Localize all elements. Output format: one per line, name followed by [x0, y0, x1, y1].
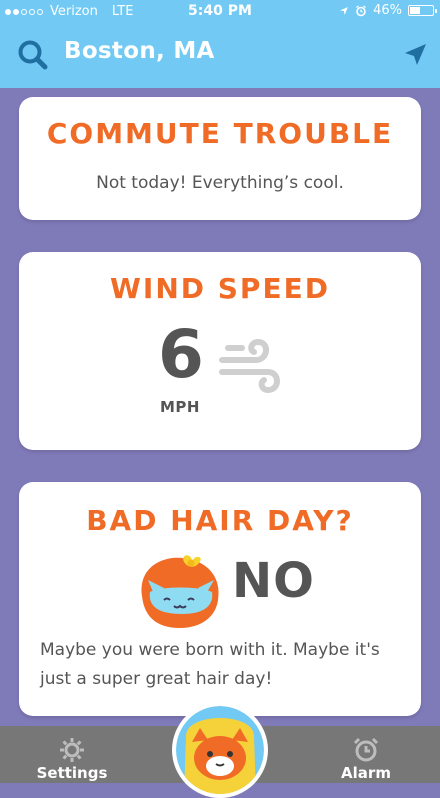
search-icon[interactable]	[16, 38, 50, 72]
alarm-tab[interactable]: Alarm	[316, 726, 416, 783]
settings-tab-label: Settings	[36, 764, 108, 782]
battery-icon	[408, 5, 437, 16]
alarm-tab-label: Alarm	[341, 764, 391, 782]
status-bar: Verizon LTE 5:40 PM 46%	[0, 0, 440, 24]
wind-card-title: WIND SPEED	[110, 272, 330, 305]
status-right: 46%	[339, 3, 437, 18]
hair-card-title: BAD HAIR DAY?	[86, 504, 354, 537]
commute-message: Not today! Everything’s cool.	[96, 173, 344, 193]
location-arrow-icon[interactable]	[402, 42, 428, 68]
alarm-clock-icon	[356, 4, 367, 16]
wind-speed-value: 6	[158, 316, 204, 393]
cat-mascot-icon	[176, 706, 264, 794]
cat-mascot-button[interactable]	[172, 702, 268, 798]
commute-card-title: COMMUTE TROUBLE	[46, 117, 394, 150]
alarm-clock-icon	[353, 737, 379, 762]
battery-percent: 46%	[373, 3, 402, 18]
battery-fill	[410, 7, 420, 14]
cat-headscarf-icon	[141, 555, 219, 628]
location-name[interactable]: Boston, MA	[64, 38, 215, 64]
location-services-icon	[340, 6, 349, 15]
gear-icon	[60, 738, 84, 762]
commute-trouble-card: COMMUTE TROUBLE Not today! Everything’s …	[19, 97, 421, 220]
settings-tab[interactable]: Settings	[22, 726, 122, 783]
top-header: Verizon LTE 5:40 PM 46% Boston, MA	[0, 0, 440, 88]
hair-day-message: Maybe you were born with it. Maybe it's …	[40, 640, 380, 689]
wind-speed-unit: MPH	[160, 398, 200, 416]
wind-icon	[219, 338, 280, 394]
location-search-bar[interactable]: Boston, MA	[0, 30, 440, 82]
hair-day-answer: NO	[232, 553, 315, 609]
